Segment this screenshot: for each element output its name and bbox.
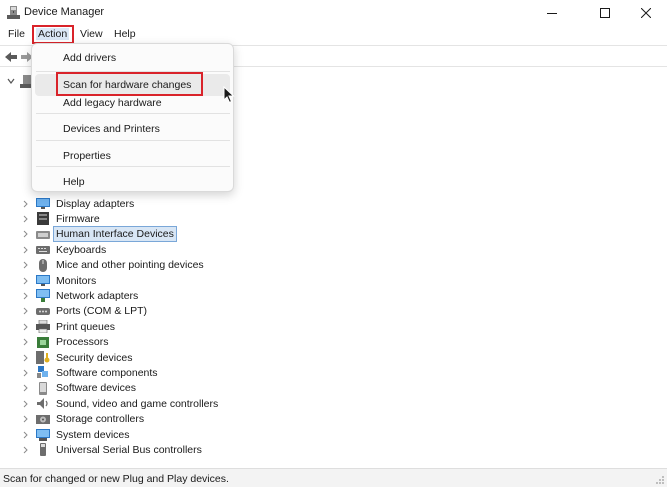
tree-item-label: Software devices bbox=[56, 382, 136, 395]
action-highlight-box bbox=[32, 25, 74, 44]
tree-item-label: Mice and other pointing devices bbox=[56, 259, 204, 272]
network-adapter-icon bbox=[36, 289, 50, 303]
tree-item-label: Display adapters bbox=[56, 197, 135, 210]
usb-icon bbox=[40, 443, 46, 457]
menu-item-devices-printers[interactable]: Devices and Printers bbox=[35, 118, 230, 140]
tree-item[interactable]: Human Interface Devices bbox=[20, 226, 177, 243]
status-bar: Scan for changed or new Plug and Play de… bbox=[0, 468, 667, 487]
tree-item-label: Keyboards bbox=[56, 243, 107, 256]
menu-view[interactable]: View bbox=[78, 28, 105, 40]
menu-separator bbox=[36, 166, 230, 167]
menu-item-properties[interactable]: Properties bbox=[35, 145, 230, 167]
software-component-icon bbox=[37, 366, 48, 379]
tree-root[interactable] bbox=[6, 74, 34, 88]
chevron-right-icon[interactable] bbox=[20, 291, 30, 301]
sound-icon bbox=[37, 398, 48, 410]
printer-icon bbox=[36, 320, 50, 334]
tree-item[interactable]: Firmware bbox=[20, 211, 102, 226]
close-button[interactable] bbox=[623, 0, 667, 25]
chevron-right-icon[interactable] bbox=[20, 445, 30, 455]
tree-item-label: Firmware bbox=[56, 212, 100, 225]
mouse-cursor-icon bbox=[223, 86, 235, 104]
device-manager-icon bbox=[7, 6, 20, 19]
minimize-icon bbox=[547, 12, 557, 14]
tree-item[interactable]: Security devices bbox=[20, 350, 134, 365]
tree-item[interactable]: Software components bbox=[20, 365, 160, 380]
chevron-right-icon[interactable] bbox=[20, 322, 30, 332]
menu-separator bbox=[36, 113, 230, 114]
tree-item-label: Security devices bbox=[56, 351, 133, 364]
tree-item[interactable]: Monitors bbox=[20, 273, 98, 288]
tree-item-label: Sound, video and game controllers bbox=[56, 397, 219, 410]
tree-item-label: Ports (COM & LPT) bbox=[56, 305, 148, 318]
chevron-right-icon[interactable] bbox=[20, 383, 30, 393]
tree-item[interactable]: Processors bbox=[20, 335, 111, 350]
chevron-right-icon[interactable] bbox=[20, 245, 30, 255]
window-title: Device Manager bbox=[24, 6, 105, 18]
tree-item[interactable]: Sound, video and game controllers bbox=[20, 396, 220, 411]
port-icon bbox=[36, 307, 50, 315]
tree-item-label: Monitors bbox=[56, 274, 97, 287]
system-device-icon bbox=[36, 429, 50, 441]
hid-icon bbox=[36, 230, 50, 239]
storage-controller-icon bbox=[36, 414, 50, 424]
menu-separator bbox=[36, 140, 230, 141]
tree-item[interactable]: Mice and other pointing devices bbox=[20, 258, 206, 273]
mouse-icon bbox=[39, 258, 47, 272]
chevron-right-icon[interactable] bbox=[20, 214, 30, 224]
software-device-icon bbox=[39, 381, 47, 395]
title-bar: Device Manager bbox=[0, 0, 667, 25]
chevron-right-icon[interactable] bbox=[20, 353, 30, 363]
chevron-right-icon[interactable] bbox=[20, 199, 30, 209]
tree-item-label: Storage controllers bbox=[56, 413, 145, 426]
action-menu: Add drivers Scan for hardware changes Ad… bbox=[31, 43, 234, 192]
maximize-button[interactable] bbox=[582, 0, 628, 25]
resize-grip-icon[interactable] bbox=[655, 475, 665, 485]
tree-item-label: Network adapters bbox=[56, 289, 139, 302]
menu-help[interactable]: Help bbox=[112, 28, 138, 40]
tree-item-label: Universal Serial Bus controllers bbox=[56, 443, 202, 456]
monitor-icon bbox=[36, 275, 50, 286]
back-arrow-icon[interactable] bbox=[4, 50, 18, 64]
chevron-right-icon[interactable] bbox=[20, 337, 30, 347]
scan-highlight-box bbox=[56, 72, 203, 96]
security-device-icon bbox=[36, 351, 50, 364]
chevron-right-icon[interactable] bbox=[20, 306, 30, 316]
chevron-right-icon[interactable] bbox=[20, 430, 30, 440]
chevron-right-icon[interactable] bbox=[20, 399, 30, 409]
menu-item-add-drivers[interactable]: Add drivers bbox=[35, 47, 230, 69]
status-text: Scan for changed or new Plug and Play de… bbox=[3, 473, 229, 485]
chevron-right-icon[interactable] bbox=[20, 229, 30, 239]
tree-item-label: Print queues bbox=[56, 320, 115, 333]
maximize-icon bbox=[600, 7, 610, 18]
tree-item-label: Software components bbox=[56, 366, 158, 379]
tree-item[interactable]: Network adapters bbox=[20, 288, 140, 303]
minimize-button[interactable] bbox=[529, 0, 575, 25]
keyboard-icon bbox=[36, 246, 50, 255]
menu-bar: File Action View Help bbox=[0, 25, 667, 45]
chevron-right-icon[interactable] bbox=[20, 368, 30, 378]
chevron-right-icon[interactable] bbox=[20, 260, 30, 270]
tree-item[interactable]: Display adapters bbox=[20, 196, 136, 211]
processor-icon bbox=[37, 336, 49, 348]
tree-item-label: Human Interface Devices bbox=[53, 226, 177, 243]
tree-item[interactable]: Ports (COM & LPT) bbox=[20, 304, 149, 319]
display-adapter-icon bbox=[36, 198, 50, 209]
tree-item[interactable]: System devices bbox=[20, 427, 132, 442]
firmware-icon bbox=[37, 212, 49, 226]
tree-item[interactable]: Keyboards bbox=[20, 242, 108, 257]
tree-item-label: System devices bbox=[56, 428, 130, 441]
tree-item[interactable]: Universal Serial Bus controllers bbox=[20, 442, 204, 457]
chevron-down-icon[interactable] bbox=[6, 76, 16, 86]
menu-file[interactable]: File bbox=[6, 28, 27, 40]
tree-item[interactable]: Storage controllers bbox=[20, 412, 146, 427]
tree-item-label: Processors bbox=[56, 336, 109, 349]
chevron-right-icon[interactable] bbox=[20, 414, 30, 424]
menu-item-help[interactable]: Help bbox=[35, 171, 230, 193]
tree-item[interactable]: Print queues bbox=[20, 319, 117, 334]
chevron-right-icon[interactable] bbox=[20, 276, 30, 286]
close-icon bbox=[641, 7, 651, 18]
tree-item[interactable]: Software devices bbox=[20, 381, 138, 396]
